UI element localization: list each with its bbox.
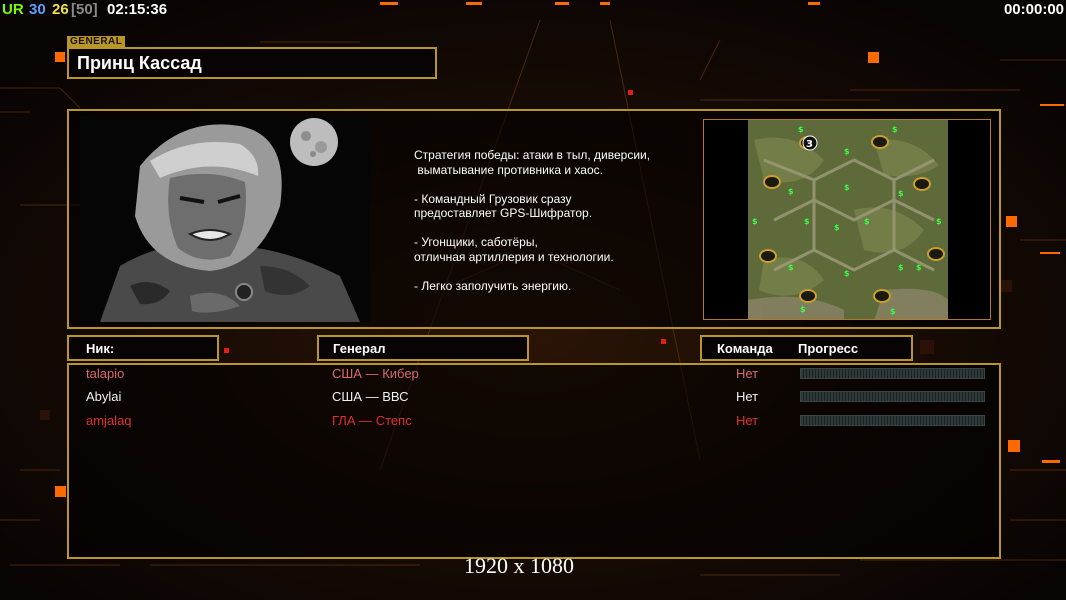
svg-text:$: $ xyxy=(800,305,806,314)
description-line: - Угонщики, саботёры, xyxy=(414,235,538,249)
description-line: - Командный Грузовик сразу xyxy=(414,191,572,206)
resolution-label: 1920 x 1080 xyxy=(464,553,574,578)
description-line: предоставляет GPS-Шифратор. xyxy=(414,206,593,220)
column-header-nick: Ник: xyxy=(67,335,219,361)
svg-text:$: $ xyxy=(864,217,870,226)
svg-text:$: $ xyxy=(844,269,850,278)
player-general: США — Кибер xyxy=(332,366,419,381)
map-image: $ $ $ $ $ $ $ $ $ $ $ $ $ $ $ $ $ 3 xyxy=(704,120,990,319)
player-progress-bar xyxy=(800,415,985,426)
description-line xyxy=(414,264,650,279)
description-line xyxy=(414,177,650,192)
column-header-general-label: Генерал xyxy=(333,341,386,356)
svg-text:$: $ xyxy=(798,125,804,134)
general-description: Стратегия победы: атаки в тыл, диверсии,… xyxy=(414,148,650,293)
hud-clock: 02:15:36 xyxy=(107,1,168,18)
svg-text:$: $ xyxy=(752,217,758,226)
description-line: выматывание противника и хаос. xyxy=(414,162,603,177)
portrait-image xyxy=(80,116,370,322)
svg-text:$: $ xyxy=(936,217,942,226)
general-portrait xyxy=(80,116,370,322)
column-header-progress-label: Прогресс xyxy=(798,341,859,356)
map-preview[interactable]: $ $ $ $ $ $ $ $ $ $ $ $ $ $ $ $ $ 3 xyxy=(703,119,991,320)
hud-count-c: [50] xyxy=(71,1,98,18)
player-row: talapio США — Кибер Нет xyxy=(0,364,1066,384)
svg-text:$: $ xyxy=(890,307,896,316)
map-player-marker: 3 xyxy=(806,139,813,150)
svg-text:$: $ xyxy=(898,263,904,272)
player-team: Нет xyxy=(736,413,759,428)
player-general: США — ВВС xyxy=(332,389,409,404)
column-header-team-progress: Команда Прогресс xyxy=(700,335,913,361)
player-row: amjalaq ГЛА — Степс Нет xyxy=(0,411,1066,431)
svg-text:$: $ xyxy=(844,147,850,156)
hud-tag: UR xyxy=(2,1,24,18)
column-header-general: Генерал xyxy=(317,335,529,361)
general-name: Принц Кассад xyxy=(77,53,202,73)
hud-timer: 00:00:00 xyxy=(1003,1,1064,18)
hud-count-b: 26 xyxy=(52,1,69,18)
player-nick: talapio xyxy=(86,366,125,381)
description-line xyxy=(414,221,650,236)
column-header-nick-label: Ник: xyxy=(86,341,115,356)
svg-text:$: $ xyxy=(892,125,898,134)
description-line: Стратегия победы: атаки в тыл, диверсии, xyxy=(414,148,651,162)
player-general: ГЛА — Степс xyxy=(332,413,412,428)
player-nick: amjalaq xyxy=(86,413,132,428)
svg-text:$: $ xyxy=(916,263,922,272)
svg-text:$: $ xyxy=(788,263,794,272)
hud-count-a: 30 xyxy=(29,1,46,18)
player-row: Abylai США — ВВС Нет xyxy=(0,387,1066,407)
description-line: отличная артиллерия и технологии. xyxy=(414,249,614,264)
svg-text:$: $ xyxy=(898,189,904,198)
svg-text:$: $ xyxy=(804,217,810,226)
svg-text:$: $ xyxy=(834,223,840,232)
player-progress-bar xyxy=(800,368,985,379)
svg-text:$: $ xyxy=(844,183,850,192)
player-nick: Abylai xyxy=(86,389,122,404)
player-progress-bar xyxy=(800,391,985,402)
column-header-team-label: Команда xyxy=(717,341,773,356)
description-line: - Легко заполучить энергию. xyxy=(414,278,572,293)
svg-text:$: $ xyxy=(788,187,794,196)
general-title-box: Принц Кассад xyxy=(67,47,437,79)
player-team: Нет xyxy=(736,389,759,404)
player-team: Нет xyxy=(736,366,759,381)
